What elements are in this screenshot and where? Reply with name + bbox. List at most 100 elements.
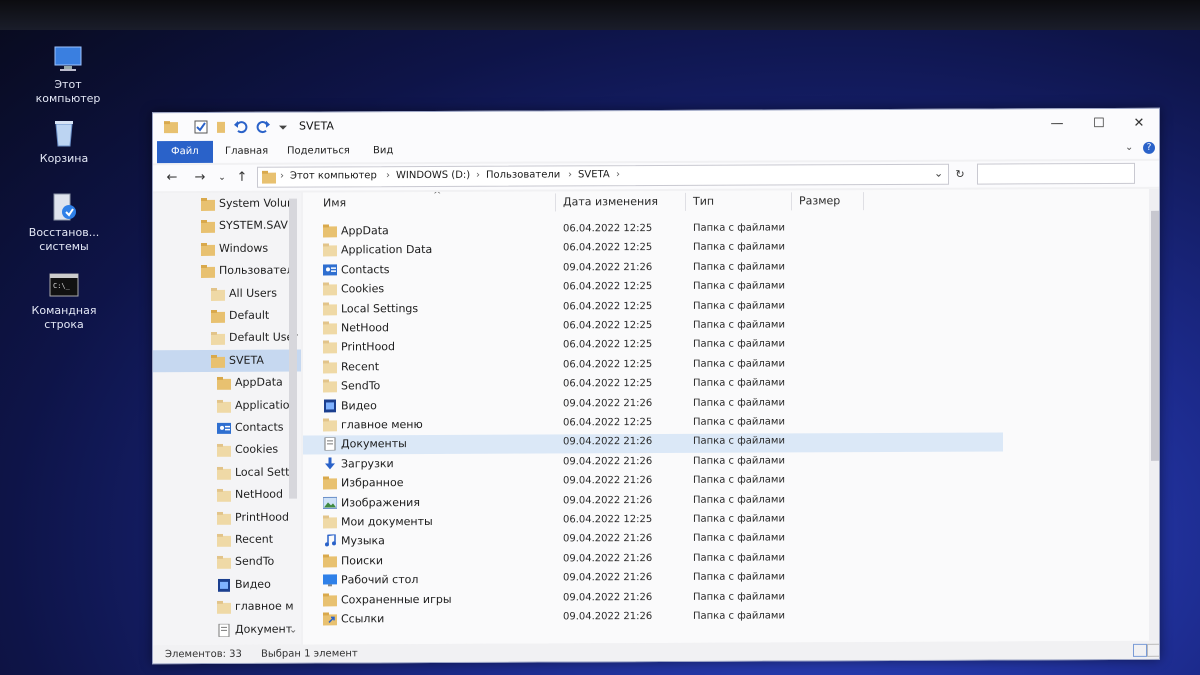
file-row[interactable]: Музыка 09.04.2022 21:26 Папка с файлами — [303, 530, 1003, 552]
redo-icon[interactable] — [255, 119, 271, 135]
command-prompt-icon: C:\_ — [49, 273, 79, 297]
column-divider[interactable] — [555, 193, 556, 212]
nav-item[interactable]: SYSTEM.SAV — [153, 215, 301, 238]
close-button[interactable]: ✕ — [1121, 113, 1157, 135]
file-row[interactable]: Ссылки 09.04.2022 21:26 Папка с файлами — [303, 607, 1003, 629]
file-row[interactable]: Cookies 06.04.2022 12:25 Папка с файлами — [303, 278, 1003, 300]
details-view-button[interactable] — [1133, 643, 1147, 657]
minimize-button[interactable]: — — [1039, 113, 1075, 135]
file-list-scrollbar[interactable] — [1149, 188, 1160, 641]
selection-count: Выбран 1 элемент — [261, 648, 358, 660]
file-row[interactable]: SendTo 06.04.2022 12:25 Папка с файлами — [303, 375, 1003, 397]
address-dropdown-icon[interactable]: ⌄ — [934, 167, 943, 180]
file-row[interactable]: NetHood 06.04.2022 12:25 Папка с файлами — [303, 316, 1003, 338]
file-row[interactable]: PrintHood 06.04.2022 12:25 Папка с файлами — [303, 336, 1003, 358]
shortcut-folder-icon — [323, 321, 337, 335]
desktop-icon-command-prompt[interactable]: C:\_ Командная строка — [24, 270, 104, 332]
desktop-icon-label: Командная строка — [31, 304, 97, 331]
file-type: Папка с файлами — [693, 358, 785, 370]
file-name: главное меню — [341, 418, 423, 432]
back-button[interactable]: ← — [163, 169, 181, 187]
nav-item[interactable]: Applicatio — [153, 394, 301, 417]
address-bar[interactable]: › Этот компьютер › WINDOWS (D:) › Пользо… — [257, 163, 949, 188]
refresh-button[interactable]: ↻ — [951, 166, 969, 184]
nav-item[interactable]: All Users — [153, 282, 301, 305]
file-row[interactable]: Мои документы 06.04.2022 12:25 Папка с фай… — [303, 510, 1003, 532]
large-icons-view-button[interactable] — [1147, 643, 1160, 657]
nav-item-label: System Volun — [219, 196, 294, 210]
maximize-button[interactable]: ☐ — [1081, 113, 1117, 135]
file-row[interactable]: Поиски 09.04.2022 21:26 Папка с файлами — [303, 549, 1003, 571]
file-name: SendTo — [341, 379, 381, 393]
nav-item[interactable]: PrintHood — [153, 506, 301, 529]
documents-icon — [218, 623, 230, 637]
desktop-icon-recycle-bin[interactable]: Корзина — [24, 118, 104, 166]
nav-item[interactable]: System Volun — [153, 193, 301, 216]
file-date: 06.04.2022 12:25 — [563, 300, 653, 312]
column-divider[interactable] — [685, 192, 686, 211]
nav-item[interactable]: Recent — [153, 529, 301, 552]
file-row[interactable]: Рабочий стол 09.04.2022 21:26 Папка с файл… — [303, 569, 1003, 591]
customize-toolbar-icon[interactable] — [275, 119, 291, 135]
new-folder-icon[interactable] — [213, 119, 229, 135]
file-row[interactable]: Изображения 09.04.2022 21:26 Папка с файла… — [303, 491, 1003, 513]
shortcut-folder-icon — [217, 466, 231, 480]
tab-share[interactable]: Поделиться — [273, 140, 364, 162]
file-row[interactable]: Contacts 09.04.2022 21:26 Папка с файлами — [303, 258, 1003, 280]
properties-icon[interactable] — [193, 119, 209, 135]
file-row[interactable]: Загрузки 09.04.2022 21:26 Папка с файлами — [303, 452, 1003, 474]
nav-item[interactable]: SVETA — [153, 349, 301, 372]
nav-item[interactable]: Default — [153, 305, 301, 328]
desktop-icon-this-pc[interactable]: Этот компьютер — [28, 44, 108, 106]
column-name[interactable]: Имя — [323, 196, 346, 209]
nav-item[interactable]: Contacts — [153, 417, 301, 440]
up-button[interactable]: ↑ — [233, 169, 251, 187]
nav-item[interactable]: NetHood — [153, 484, 301, 507]
breadcrumb-sveta[interactable]: SVETA — [578, 169, 610, 180]
nav-item[interactable]: Windows — [153, 237, 301, 260]
desktop-folder-icon — [323, 574, 337, 587]
tab-view[interactable]: Вид — [359, 140, 407, 162]
help-icon[interactable]: ? — [1143, 141, 1155, 154]
window-title: SVETA — [299, 119, 334, 133]
column-divider[interactable] — [863, 192, 864, 211]
nav-item[interactable]: Пользовател — [153, 260, 301, 283]
nav-item-label: Windows — [219, 241, 269, 255]
nav-item[interactable]: Local Setti — [153, 461, 301, 484]
nav-item[interactable]: Cookies — [153, 439, 301, 462]
forward-button[interactable]: → — [191, 169, 209, 187]
nav-item[interactable]: Default User — [153, 327, 301, 350]
nav-item[interactable]: Документ — [153, 618, 301, 641]
desktop-icon-system-restore[interactable]: Восстанов... системы — [24, 192, 104, 254]
nav-item[interactable]: SendTo — [153, 551, 301, 574]
file-row[interactable]: Сохраненные игры 09.04.2022 21:26 Папка с … — [303, 588, 1003, 610]
column-divider[interactable] — [791, 192, 792, 211]
file-row[interactable]: главное меню 06.04.2022 12:25 Папка с файл… — [303, 413, 1003, 435]
nav-scroll-down-icon[interactable]: ⌄ — [289, 625, 297, 636]
file-row[interactable]: Видео 09.04.2022 21:26 Папка с файлами — [303, 394, 1003, 416]
column-size[interactable]: Размер — [799, 194, 840, 207]
tab-home[interactable]: Главная — [211, 141, 282, 163]
ribbon-expand-icon[interactable]: ⌄ — [1125, 142, 1133, 153]
scroll-thumb[interactable] — [1151, 210, 1159, 461]
recent-locations-icon[interactable]: ⌄ — [213, 169, 231, 187]
nav-item[interactable]: AppData — [153, 372, 301, 395]
file-row[interactable]: Recent 06.04.2022 12:25 Папка с файлами — [303, 355, 1003, 377]
nav-item[interactable]: Видео — [153, 573, 301, 596]
breadcrumb-this-pc[interactable]: Этот компьютер — [290, 170, 377, 181]
nav-item[interactable]: главное м — [153, 596, 301, 619]
file-row[interactable]: Избранное 09.04.2022 21:26 Папка с файлами — [303, 472, 1003, 494]
column-date[interactable]: Дата изменения — [563, 195, 658, 208]
file-type: Папка с файлами — [693, 397, 785, 409]
file-row[interactable]: Local Settings 06.04.2022 12:25 Папка с фа… — [303, 297, 1003, 319]
file-row[interactable]: Документы 09.04.2022 21:26 Папка с файлами — [303, 432, 1003, 455]
tab-file[interactable]: Файл — [157, 140, 213, 164]
breadcrumb-users[interactable]: Пользователи — [486, 169, 560, 180]
undo-icon[interactable] — [233, 119, 249, 135]
search-input[interactable] — [977, 162, 1135, 185]
file-row[interactable]: AppData 06.04.2022 12:25 Папка с файлами — [303, 219, 1003, 241]
nav-scrollbar[interactable] — [289, 198, 297, 499]
breadcrumb-drive[interactable]: WINDOWS (D:) — [396, 170, 470, 181]
file-row[interactable]: Application Data 06.04.2022 12:25 Папка с … — [303, 239, 1003, 261]
column-type[interactable]: Тип — [693, 195, 714, 208]
